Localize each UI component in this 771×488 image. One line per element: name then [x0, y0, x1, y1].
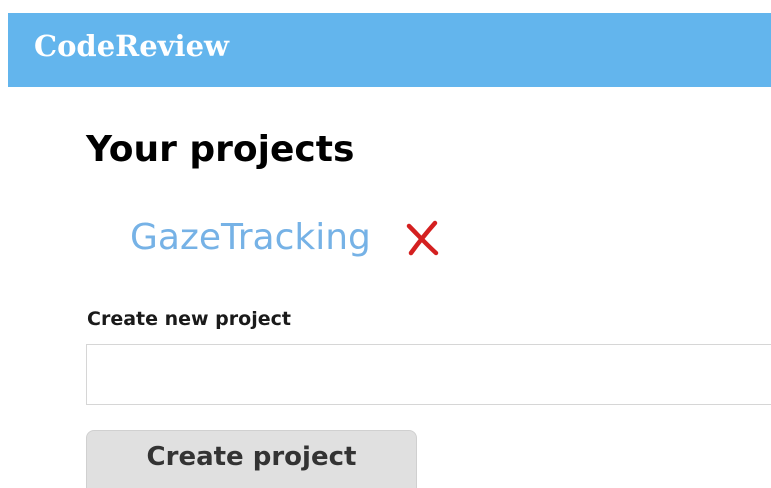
page: CodeReview Your projects GazeTracking Cr…	[0, 0, 771, 488]
project-link[interactable]: GazeTracking	[130, 212, 371, 264]
project-list-item: GazeTracking	[130, 212, 440, 264]
create-project-button[interactable]: Create project	[86, 430, 417, 488]
delete-project-icon[interactable]	[406, 220, 440, 256]
app-brand[interactable]: CodeReview	[34, 28, 229, 64]
new-project-label: Create new project	[87, 308, 291, 330]
page-title: Your projects	[86, 129, 355, 170]
close-x-icon	[406, 220, 439, 256]
new-project-input[interactable]	[86, 344, 771, 405]
top-header: CodeReview	[8, 13, 771, 87]
